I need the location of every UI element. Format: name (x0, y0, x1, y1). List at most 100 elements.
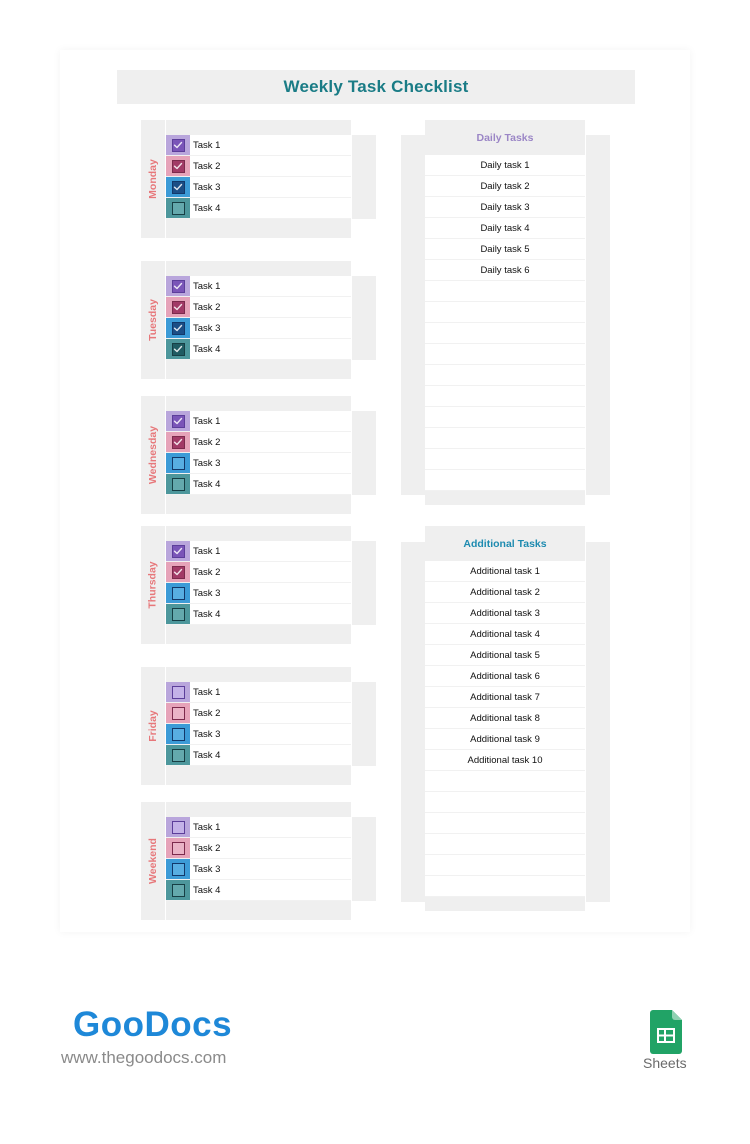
checkbox[interactable] (171, 300, 185, 314)
task-label[interactable]: Task 1 (190, 541, 351, 561)
checkbox-cell[interactable] (166, 583, 190, 603)
task-label[interactable]: Task 3 (190, 177, 351, 197)
checkbox[interactable] (171, 862, 185, 876)
checkbox-cell[interactable] (166, 880, 190, 900)
daily-task-row[interactable] (425, 428, 585, 449)
additional-task-row[interactable] (425, 876, 585, 897)
task-label[interactable]: Task 1 (190, 135, 351, 155)
daily-task-row[interactable]: Daily task 1 (425, 155, 585, 176)
additional-task-row[interactable]: Additional task 2 (425, 582, 585, 603)
checkbox-cell[interactable] (166, 297, 190, 317)
task-label[interactable]: Task 2 (190, 838, 351, 858)
additional-task-row[interactable]: Additional task 6 (425, 666, 585, 687)
checkbox[interactable] (171, 706, 185, 720)
daily-task-row[interactable]: Daily task 2 (425, 176, 585, 197)
additional-task-row[interactable]: Additional task 8 (425, 708, 585, 729)
checkbox[interactable] (171, 820, 185, 834)
additional-task-row[interactable]: Additional task 7 (425, 687, 585, 708)
checkbox-cell[interactable] (166, 859, 190, 879)
daily-task-row[interactable]: Daily task 4 (425, 218, 585, 239)
task-label[interactable]: Task 3 (190, 859, 351, 879)
checkbox[interactable] (171, 841, 185, 855)
checkbox-cell[interactable] (166, 682, 190, 702)
daily-task-row[interactable]: Daily task 3 (425, 197, 585, 218)
additional-task-row[interactable]: Additional task 9 (425, 729, 585, 750)
checkbox-cell[interactable] (166, 156, 190, 176)
checkbox-cell[interactable] (166, 276, 190, 296)
task-label[interactable]: Task 2 (190, 703, 351, 723)
task-label[interactable]: Task 3 (190, 724, 351, 744)
checkbox-cell[interactable] (166, 562, 190, 582)
checkbox[interactable] (171, 685, 185, 699)
checkbox-cell[interactable] (166, 135, 190, 155)
task-label[interactable]: Task 4 (190, 474, 351, 494)
checkbox[interactable] (171, 279, 185, 293)
daily-task-row[interactable] (425, 386, 585, 407)
checkbox-cell[interactable] (166, 177, 190, 197)
checkbox[interactable] (171, 883, 185, 897)
task-label[interactable]: Task 1 (190, 682, 351, 702)
daily-task-row[interactable] (425, 344, 585, 365)
checkbox[interactable] (171, 565, 185, 579)
checkbox[interactable] (171, 180, 185, 194)
task-label[interactable]: Task 2 (190, 562, 351, 582)
checkbox[interactable] (171, 342, 185, 356)
additional-task-row[interactable]: Additional task 4 (425, 624, 585, 645)
task-label[interactable]: Task 3 (190, 318, 351, 338)
checkbox-cell[interactable] (166, 318, 190, 338)
checkbox-cell[interactable] (166, 453, 190, 473)
daily-task-row[interactable]: Daily task 5 (425, 239, 585, 260)
goodocs-url-link[interactable]: www.thegoodocs.com (61, 1048, 226, 1068)
additional-task-row[interactable]: Additional task 5 (425, 645, 585, 666)
additional-task-row[interactable]: Additional task 1 (425, 561, 585, 582)
task-label[interactable]: Task 4 (190, 745, 351, 765)
task-label[interactable]: Task 2 (190, 297, 351, 317)
task-label[interactable]: Task 1 (190, 276, 351, 296)
checkbox[interactable] (171, 456, 185, 470)
task-label[interactable]: Task 4 (190, 339, 351, 359)
task-label[interactable]: Task 4 (190, 604, 351, 624)
additional-task-row[interactable] (425, 771, 585, 792)
checkbox-cell[interactable] (166, 411, 190, 431)
checkbox-cell[interactable] (166, 541, 190, 561)
additional-task-row[interactable]: Additional task 10 (425, 750, 585, 771)
additional-task-row[interactable] (425, 834, 585, 855)
task-label[interactable]: Task 1 (190, 411, 351, 431)
task-label[interactable]: Task 1 (190, 817, 351, 837)
task-label[interactable]: Task 2 (190, 156, 351, 176)
checkbox[interactable] (171, 138, 185, 152)
checkbox[interactable] (171, 414, 185, 428)
additional-task-row[interactable] (425, 792, 585, 813)
task-label[interactable]: Task 3 (190, 583, 351, 603)
task-label[interactable]: Task 2 (190, 432, 351, 452)
daily-task-row[interactable] (425, 281, 585, 302)
checkbox-cell[interactable] (166, 838, 190, 858)
checkbox[interactable] (171, 748, 185, 762)
additional-task-row[interactable] (425, 855, 585, 876)
task-label[interactable]: Task 4 (190, 880, 351, 900)
checkbox-cell[interactable] (166, 604, 190, 624)
checkbox[interactable] (171, 607, 185, 621)
checkbox-cell[interactable] (166, 817, 190, 837)
checkbox-cell[interactable] (166, 703, 190, 723)
checkbox[interactable] (171, 435, 185, 449)
checkbox-cell[interactable] (166, 339, 190, 359)
daily-task-row[interactable] (425, 323, 585, 344)
checkbox-cell[interactable] (166, 432, 190, 452)
goodocs-logo[interactable]: GooDocs (73, 1005, 232, 1045)
checkbox[interactable] (171, 544, 185, 558)
daily-task-row[interactable] (425, 302, 585, 323)
checkbox-cell[interactable] (166, 198, 190, 218)
checkbox-cell[interactable] (166, 724, 190, 744)
daily-task-row[interactable]: Daily task 6 (425, 260, 585, 281)
checkbox-cell[interactable] (166, 745, 190, 765)
checkbox[interactable] (171, 159, 185, 173)
task-label[interactable]: Task 4 (190, 198, 351, 218)
additional-task-row[interactable]: Additional task 3 (425, 603, 585, 624)
daily-task-row[interactable] (425, 449, 585, 470)
daily-task-row[interactable] (425, 407, 585, 428)
daily-task-row[interactable] (425, 365, 585, 386)
checkbox[interactable] (171, 321, 185, 335)
checkbox[interactable] (171, 201, 185, 215)
checkbox-cell[interactable] (166, 474, 190, 494)
